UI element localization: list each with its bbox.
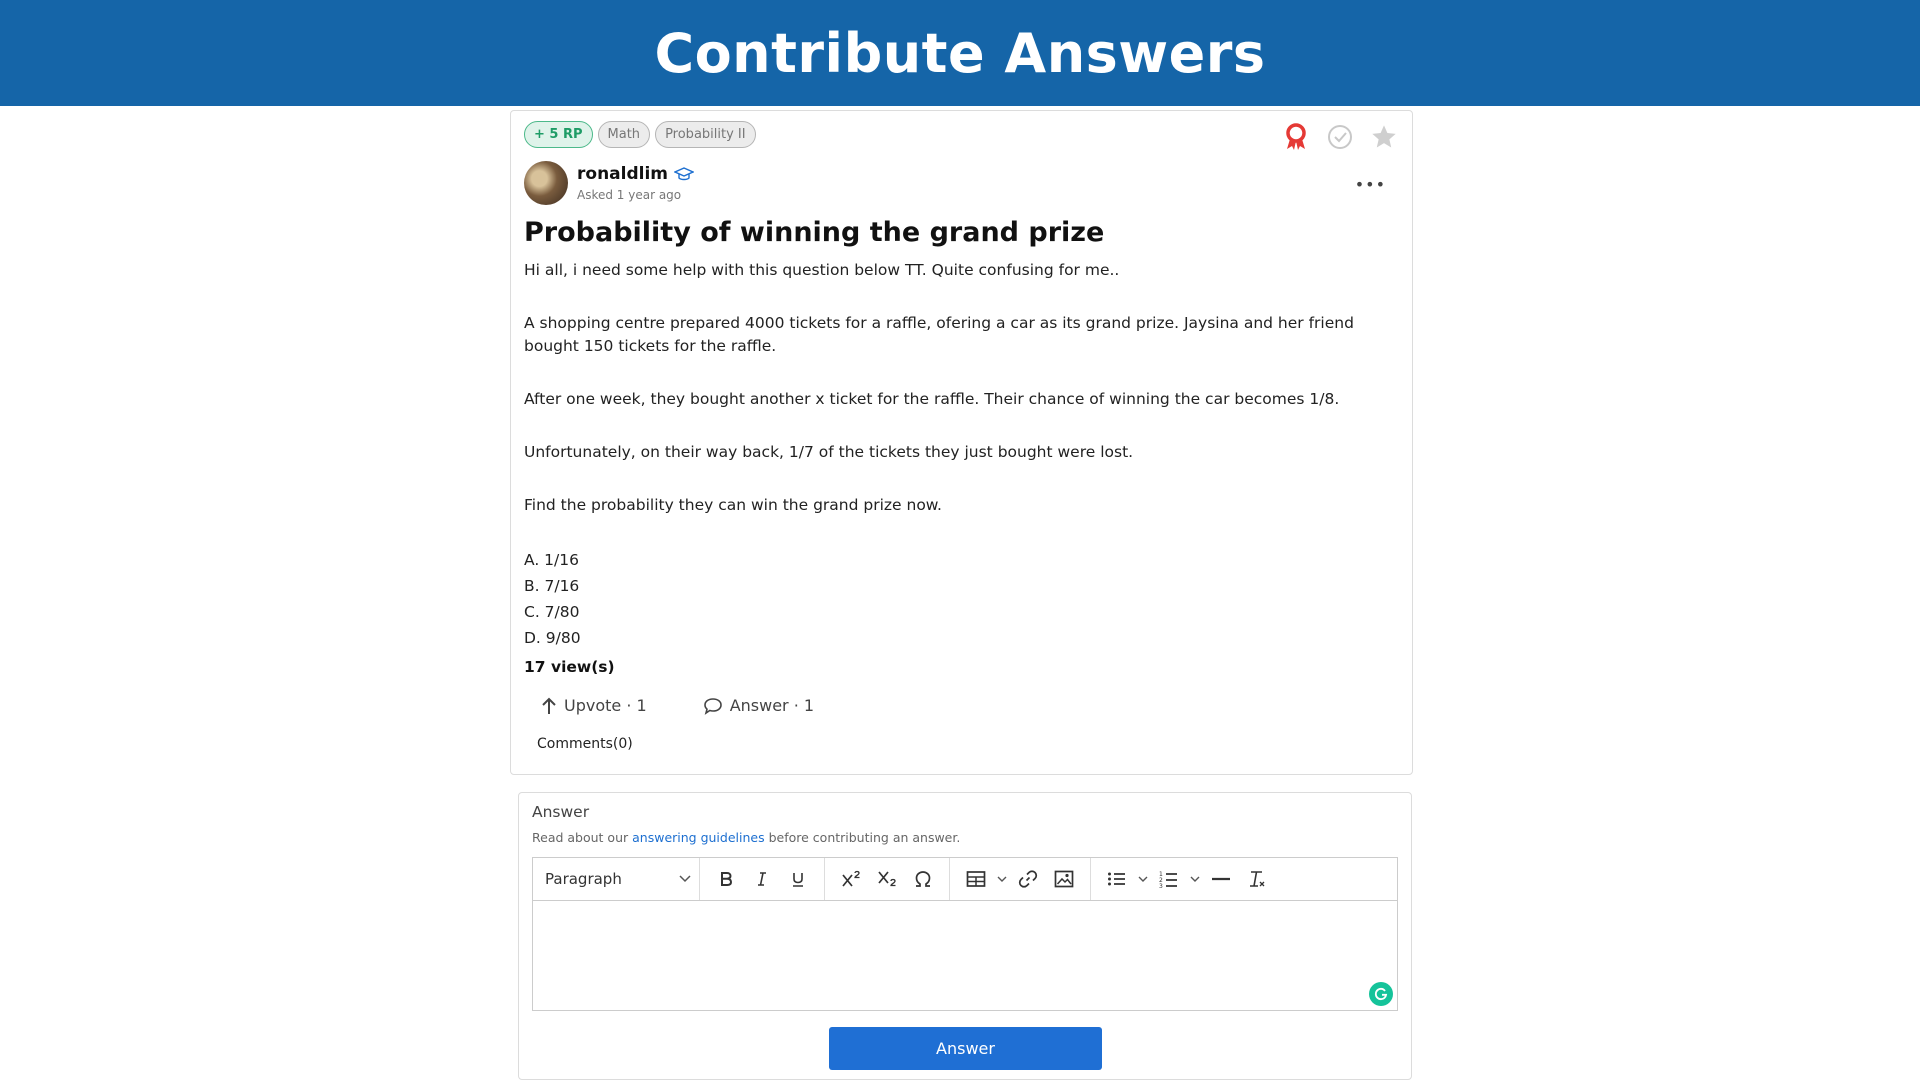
underline-icon (793, 873, 803, 887)
answer-option: C. 7/80 (524, 603, 580, 621)
clear-format-icon (1250, 871, 1265, 887)
question-paragraph: Unfortunately, on their way back, 1/7 of… (524, 443, 1134, 461)
italic-icon (758, 872, 766, 886)
chevron-down-icon (997, 876, 1007, 882)
bold-icon (721, 872, 733, 886)
view-count: 17 view(s) (524, 658, 615, 676)
bullet-list-icon (1108, 872, 1125, 886)
avatar[interactable] (524, 161, 568, 205)
format-select[interactable]: Paragraph (541, 870, 691, 888)
rich-text-editor: Paragraph 1 2 3 (532, 857, 1398, 1011)
question-paragraph: Find the probability they can win the gr… (524, 496, 942, 514)
question-paragraph: A shopping centre prepared 4000 tickets … (524, 314, 1354, 355)
superscript-button[interactable] (833, 862, 869, 896)
subscript-button[interactable] (869, 862, 905, 896)
chevron-down-icon (679, 875, 691, 883)
insert-table-button[interactable] (958, 862, 994, 896)
special-character-button[interactable] (905, 862, 941, 896)
asked-time: Asked 1 year ago (577, 188, 682, 202)
subscript-icon (878, 871, 896, 887)
reward-points-tag: + 5 RP (524, 121, 593, 148)
upvote-label: Upvote · 1 (564, 696, 647, 715)
horizontal-rule-icon (1212, 877, 1230, 881)
question-actions: Upvote · 1 Answer · 1 (541, 696, 814, 715)
question-intro: Hi all, i need some help with this quest… (524, 261, 1120, 279)
question-paragraph: After one week, they bought another x ti… (524, 390, 1340, 408)
question-status-icons (1282, 123, 1398, 151)
upvote-button[interactable]: Upvote · 1 (541, 696, 647, 715)
chevron-down-icon (1190, 876, 1200, 882)
superscript-icon (842, 870, 860, 887)
subject-tag[interactable]: Math (597, 121, 651, 148)
bold-button[interactable] (708, 862, 744, 896)
page-banner: Contribute Answers (0, 0, 1920, 106)
numbered-list-icon: 123 (1159, 871, 1177, 888)
bulleted-list-button[interactable] (1099, 862, 1135, 896)
comments-link[interactable]: Comments(0) (537, 736, 633, 752)
omega-icon (915, 871, 931, 887)
bulleted-list-dropdown[interactable] (1135, 862, 1151, 896)
graduation-cap-icon (674, 167, 695, 181)
chevron-down-icon (1138, 876, 1148, 882)
editor-toolbar: Paragraph 1 2 3 (533, 858, 1397, 901)
answer-text-area[interactable] (533, 901, 1397, 1010)
comment-bubble-icon (703, 697, 722, 715)
arrow-up-icon (542, 697, 556, 714)
answer-option: B. 7/16 (524, 577, 580, 595)
grammarly-icon[interactable] (1369, 982, 1393, 1006)
guide-prefix: Read about our (532, 830, 629, 845)
author-info: ronaldlim Asked 1 year ago (524, 161, 695, 205)
insert-link-button[interactable] (1010, 862, 1046, 896)
answering-guidelines-link[interactable]: answering guidelines (632, 830, 764, 845)
star-icon[interactable] (1370, 123, 1398, 151)
question-card: + 5 RP Math Probability II ••• ronaldlim… (510, 110, 1413, 775)
answer-form-card: Answer Read about our answering guidelin… (518, 792, 1412, 1080)
answer-option: D. 9/80 (524, 629, 581, 647)
italic-button[interactable] (744, 862, 780, 896)
question-title: Probability of winning the grand prize (524, 217, 1105, 248)
question-body: Hi all, i need some help with this quest… (524, 259, 1394, 651)
topic-tag[interactable]: Probability II (655, 121, 756, 148)
table-icon (966, 871, 986, 887)
page-title: Contribute Answers (654, 21, 1266, 85)
insert-image-button[interactable] (1046, 862, 1082, 896)
format-select-value: Paragraph (545, 870, 622, 888)
svg-text:3: 3 (1159, 883, 1163, 888)
guide-suffix: before contributing an answer. (768, 830, 961, 845)
horizontal-line-button[interactable] (1203, 862, 1239, 896)
more-options-icon[interactable]: ••• (1355, 175, 1386, 194)
clear-formatting-button[interactable] (1239, 862, 1275, 896)
underline-button[interactable] (780, 862, 816, 896)
numbered-list-dropdown[interactable] (1187, 862, 1203, 896)
numbered-list-button[interactable]: 123 (1151, 862, 1187, 896)
answer-form-label: Answer (532, 803, 590, 821)
author-username[interactable]: ronaldlim (577, 164, 668, 184)
answer-count-button[interactable]: Answer · 1 (703, 696, 814, 715)
image-icon (1054, 870, 1074, 888)
link-icon (1018, 870, 1038, 888)
author-name[interactable]: ronaldlim (577, 164, 695, 184)
check-circle-icon[interactable] (1326, 123, 1354, 151)
answer-guidelines-text: Read about our answering guidelines befo… (532, 830, 960, 845)
tag-list: + 5 RP Math Probability II (524, 121, 756, 148)
submit-answer-button[interactable]: Answer (829, 1027, 1102, 1070)
table-options-dropdown[interactable] (994, 862, 1010, 896)
award-ribbon-icon[interactable] (1282, 123, 1310, 151)
answer-option: A. 1/16 (524, 551, 579, 569)
answer-count-label: Answer · 1 (729, 696, 815, 715)
